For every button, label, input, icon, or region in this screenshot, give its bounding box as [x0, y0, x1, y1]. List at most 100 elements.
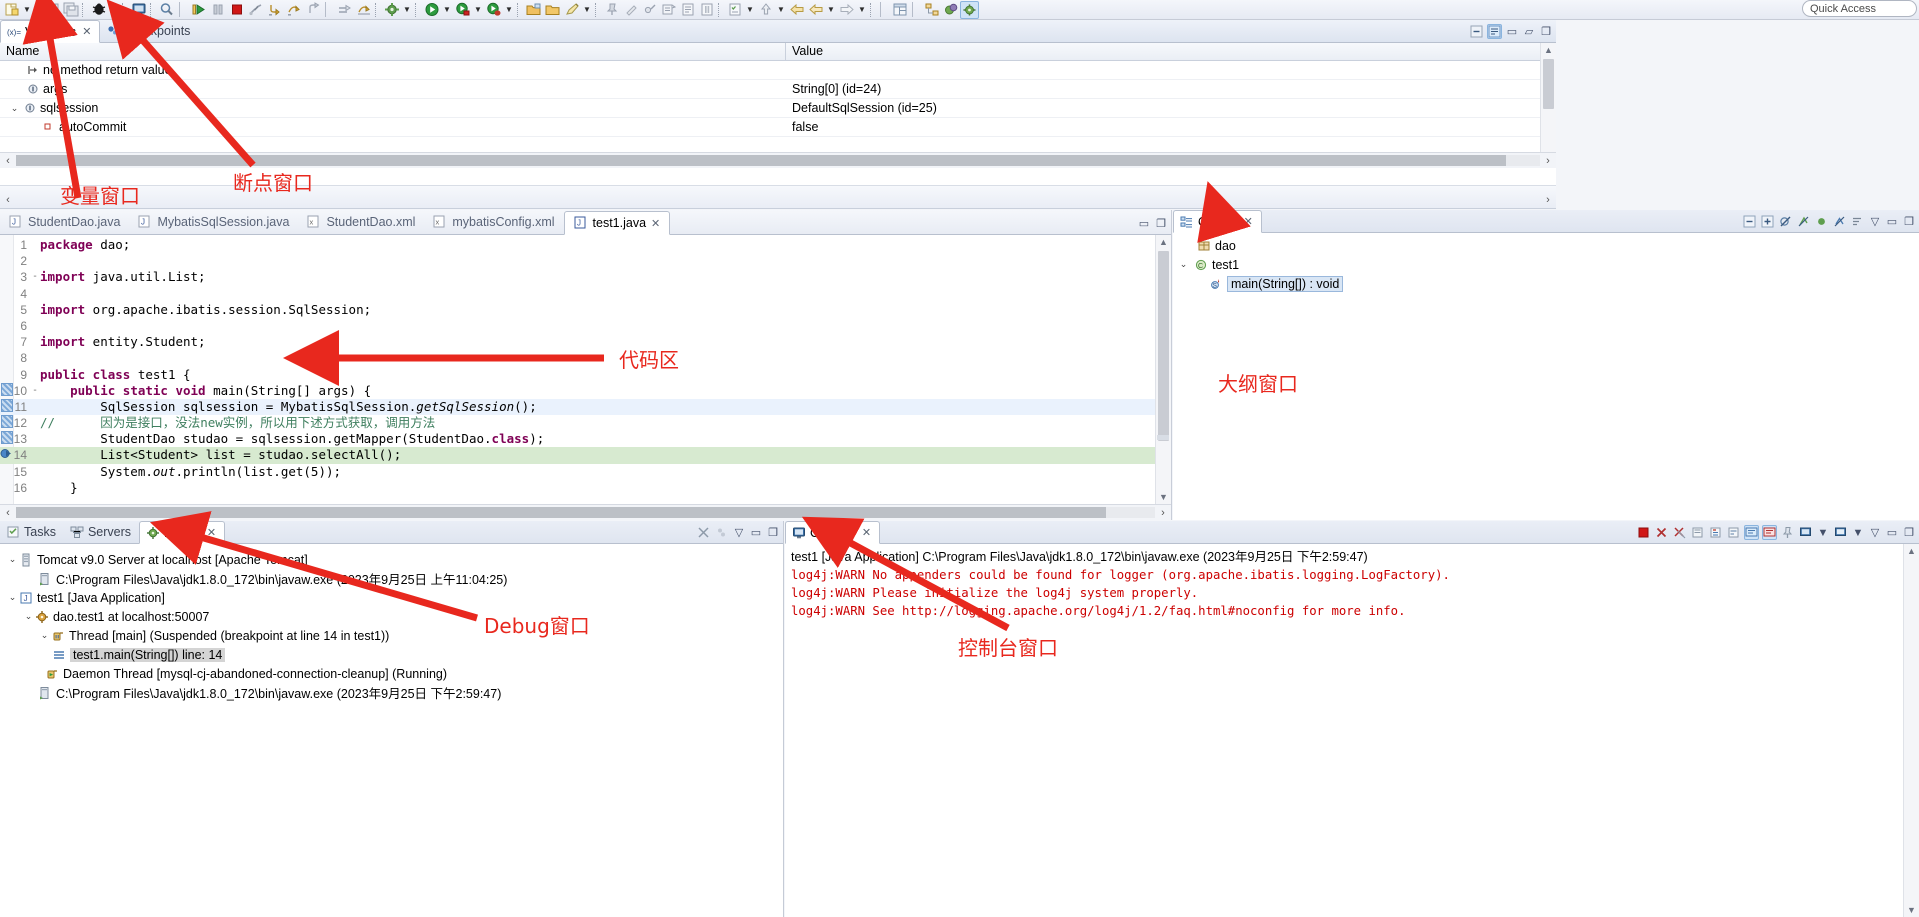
new-file-icon[interactable]: [562, 1, 581, 19]
fold-marker[interactable]: [30, 318, 40, 334]
new-file-dropdown-icon[interactable]: ▼: [581, 1, 593, 19]
editor-tab-mybatisconfig-xml[interactable]: x mybatisConfig.xml: [424, 210, 563, 234]
console-vertical-scrollbar[interactable]: ▲ ▼: [1903, 544, 1919, 917]
run-dropdown-icon[interactable]: ▼: [441, 1, 453, 19]
scroll-track[interactable]: [16, 507, 1155, 518]
hide-local-types-icon[interactable]: [1832, 214, 1847, 229]
scroll-track[interactable]: [16, 155, 1540, 166]
quick-access-input[interactable]: Quick Access: [1802, 0, 1917, 17]
save-icon[interactable]: [42, 1, 61, 19]
word-wrap-icon[interactable]: [1726, 525, 1741, 540]
maximize-icon[interactable]: ❐: [1154, 217, 1168, 230]
column-header-name[interactable]: Name: [0, 43, 786, 60]
breakpoint-marker-icon[interactable]: [1, 431, 13, 444]
fold-marker[interactable]: -: [30, 269, 40, 285]
use-step-filters-icon[interactable]: [354, 1, 373, 19]
open-console-dropdown-icon[interactable]: ▼: [1851, 527, 1865, 539]
variables-horizontal-scrollbar[interactable]: ‹ ›: [0, 152, 1556, 168]
debug-tree-row[interactable]: ⌄ J test1 [Java Application]: [0, 588, 783, 607]
scroll-down-icon[interactable]: ▼: [1159, 490, 1168, 504]
code-editor[interactable]: 1 package dao; 2 3- import java.util.List;…: [0, 235, 1171, 520]
new-java-project-icon[interactable]: [524, 1, 543, 19]
perspective-debug-icon[interactable]: [960, 0, 979, 19]
code-line[interactable]: 13 StudentDao studao = sqlsession.getMap…: [0, 431, 1155, 447]
outline-item-class[interactable]: ⌄ C test1: [1173, 255, 1919, 274]
code-line[interactable]: 1 package dao;: [0, 237, 1155, 253]
drop-to-frame-icon[interactable]: [335, 1, 354, 19]
open-perspective-icon[interactable]: [890, 1, 909, 19]
outline-item-method[interactable]: S main(String[]) : void: [1173, 274, 1919, 293]
table-row[interactable]: args String[0] (id=24): [0, 80, 1556, 99]
close-icon[interactable]: ✕: [1244, 215, 1253, 228]
external-tools-icon[interactable]: [382, 1, 401, 19]
step-into-icon[interactable]: [265, 1, 284, 19]
table-row[interactable]: no method return value: [0, 61, 1556, 80]
scroll-up-icon[interactable]: ▲: [1907, 544, 1916, 558]
stack-scroll-left-icon[interactable]: ‹: [0, 194, 16, 206]
debug-tree-row[interactable]: C:\Program Files\Java\jdk1.8.0_172\bin\j…: [0, 683, 783, 702]
collapse-all-icon[interactable]: [1742, 214, 1757, 229]
close-icon[interactable]: ✕: [651, 217, 660, 230]
checked-list-icon[interactable]: [725, 1, 744, 19]
tab-breakpoints[interactable]: Breakpoints: [100, 19, 198, 42]
perspective-java-icon[interactable]: [941, 1, 960, 19]
debug-tree-row[interactable]: ⌄ dao.test1 at localhost:50007: [0, 607, 783, 626]
fold-marker[interactable]: [30, 253, 40, 269]
resume-icon[interactable]: [189, 1, 208, 19]
fold-marker[interactable]: [30, 431, 40, 447]
fold-marker[interactable]: [30, 415, 40, 431]
hide-fields-icon[interactable]: [1778, 214, 1793, 229]
minimize-icon[interactable]: ▭: [1137, 217, 1151, 230]
scroll-left-icon[interactable]: ‹: [0, 155, 16, 167]
remove-launch-icon[interactable]: [1654, 525, 1669, 540]
fold-marker[interactable]: -: [30, 383, 40, 399]
code-line[interactable]: 16 }: [0, 480, 1155, 496]
editor-tab-studentdao-java[interactable]: J StudentDao.java: [0, 210, 129, 234]
new-wizard-dropdown-icon[interactable]: ▼: [21, 1, 33, 19]
chevron-down-icon[interactable]: ⌄: [22, 611, 35, 622]
editor-tab-mybatissqlsession-java[interactable]: J MybatisSqlSession.java: [129, 210, 298, 234]
scroll-right-icon[interactable]: ›: [1540, 155, 1556, 167]
minimize-icon[interactable]: ▭: [1885, 215, 1899, 228]
pin-editor-icon[interactable]: [602, 1, 621, 19]
debug-dropdown-icon[interactable]: ▼: [108, 1, 120, 19]
toggle-mark-occurrences-icon[interactable]: [659, 1, 678, 19]
editor-tab-test1-java[interactable]: J test1.java ✕: [563, 211, 671, 235]
show-console-on-error-icon[interactable]: [1762, 525, 1777, 540]
view-menu-icon[interactable]: ▽: [1868, 526, 1882, 539]
debug-as-icon[interactable]: [484, 1, 503, 19]
minimize-icon[interactable]: ▭: [749, 526, 763, 539]
scroll-thumb[interactable]: [16, 507, 1106, 518]
column-header-value[interactable]: Value: [786, 43, 1556, 60]
breakpoint-marker-icon[interactable]: [1, 415, 13, 428]
code-line[interactable]: 2: [0, 253, 1155, 269]
maximize-icon[interactable]: ❐: [766, 526, 780, 539]
upload-dropdown-icon[interactable]: ▼: [775, 1, 787, 19]
editor-tab-studentdao-xml[interactable]: x StudentDao.xml: [298, 210, 424, 234]
scroll-left-icon[interactable]: ‹: [0, 507, 16, 519]
breakpoint-marker-icon[interactable]: [1, 399, 13, 412]
variables-vertical-scrollbar[interactable]: ▲ ▼: [1540, 43, 1556, 168]
tab-tasks[interactable]: Tasks: [0, 520, 64, 543]
code-line[interactable]: 10- public static void main(String[] arg…: [0, 383, 1155, 399]
debug-tree-row[interactable]: ⌄ Tomcat v9.0 Server at localhost [Apach…: [0, 550, 783, 569]
scroll-right-icon[interactable]: ›: [1155, 507, 1171, 519]
fold-marker[interactable]: [30, 334, 40, 350]
display-selected-console-icon[interactable]: [1798, 525, 1813, 540]
chevron-down-icon[interactable]: ⌄: [8, 103, 21, 114]
table-row[interactable]: ⌄ sqlsession DefaultSqlSession (id=25): [0, 99, 1556, 118]
close-icon[interactable]: ✕: [862, 526, 871, 539]
debug-tree-row[interactable]: Daemon Thread [mysql-cj-abandoned-connec…: [0, 664, 783, 683]
external-tools-dropdown-icon[interactable]: ▼: [401, 1, 413, 19]
remove-all-terminated-launches-icon[interactable]: [1672, 525, 1687, 540]
code-line[interactable]: 4: [0, 286, 1155, 302]
suspend-icon[interactable]: [208, 1, 227, 19]
step-over-icon[interactable]: [284, 1, 303, 19]
scroll-up-icon[interactable]: ▲: [1159, 235, 1168, 249]
fold-marker[interactable]: [30, 350, 40, 366]
scroll-up-icon[interactable]: ▲: [1544, 43, 1553, 57]
code-line[interactable]: 3- import java.util.List;: [0, 269, 1155, 285]
show-whitespace-icon[interactable]: [678, 1, 697, 19]
terminate-icon[interactable]: [227, 1, 246, 19]
close-icon[interactable]: ✕: [207, 526, 216, 539]
